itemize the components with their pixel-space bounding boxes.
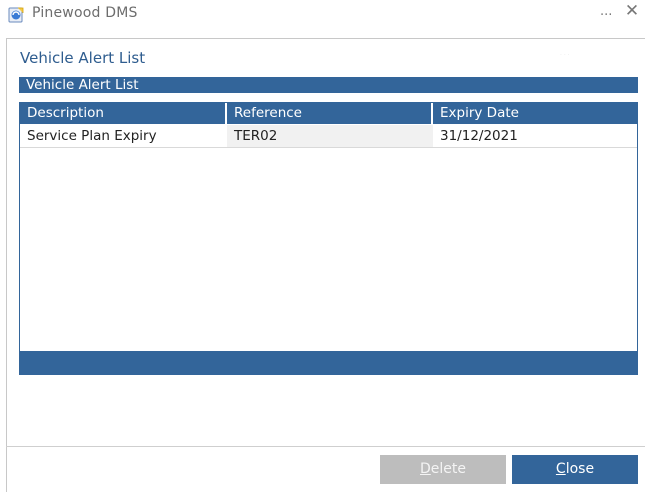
delete-button[interactable]: Delete <box>380 455 506 484</box>
pinewood-app-icon <box>8 6 25 23</box>
delete-accelerator: D <box>420 461 431 477</box>
close-label-rest: lose <box>565 461 595 477</box>
dialog-title: Vehicle Alert List <box>20 49 146 67</box>
column-header-expiry-date[interactable]: Expiry Date <box>433 103 637 124</box>
cell-reference: TER02 <box>227 125 433 147</box>
vehicle-alert-grid: Description Reference Expiry Date Servic… <box>19 102 638 375</box>
grid-footer-bar <box>20 351 637 374</box>
column-header-reference[interactable]: Reference <box>227 103 431 124</box>
window-title: Pinewood DMS <box>32 5 138 21</box>
window-titlebar: Pinewood DMS ... ✕ <box>0 0 645 30</box>
minimize-button[interactable]: ... <box>600 4 612 20</box>
window-close-icon[interactable]: ✕ <box>622 1 642 21</box>
decorative-dots: · · · <box>560 52 570 59</box>
column-header-description[interactable]: Description <box>20 103 225 124</box>
cell-expiry-date: 31/12/2021 <box>440 128 518 144</box>
close-accelerator: C <box>555 461 566 477</box>
delete-label-rest: elete <box>430 461 466 477</box>
section-header: Vehicle Alert List <box>19 77 638 93</box>
close-button[interactable]: Close <box>512 455 638 484</box>
cell-description: Service Plan Expiry <box>27 128 157 144</box>
table-row[interactable]: Service Plan Expiry TER02 31/12/2021 <box>20 125 637 148</box>
grid-header-row: Description Reference Expiry Date <box>20 103 637 124</box>
footer-divider <box>6 446 645 447</box>
